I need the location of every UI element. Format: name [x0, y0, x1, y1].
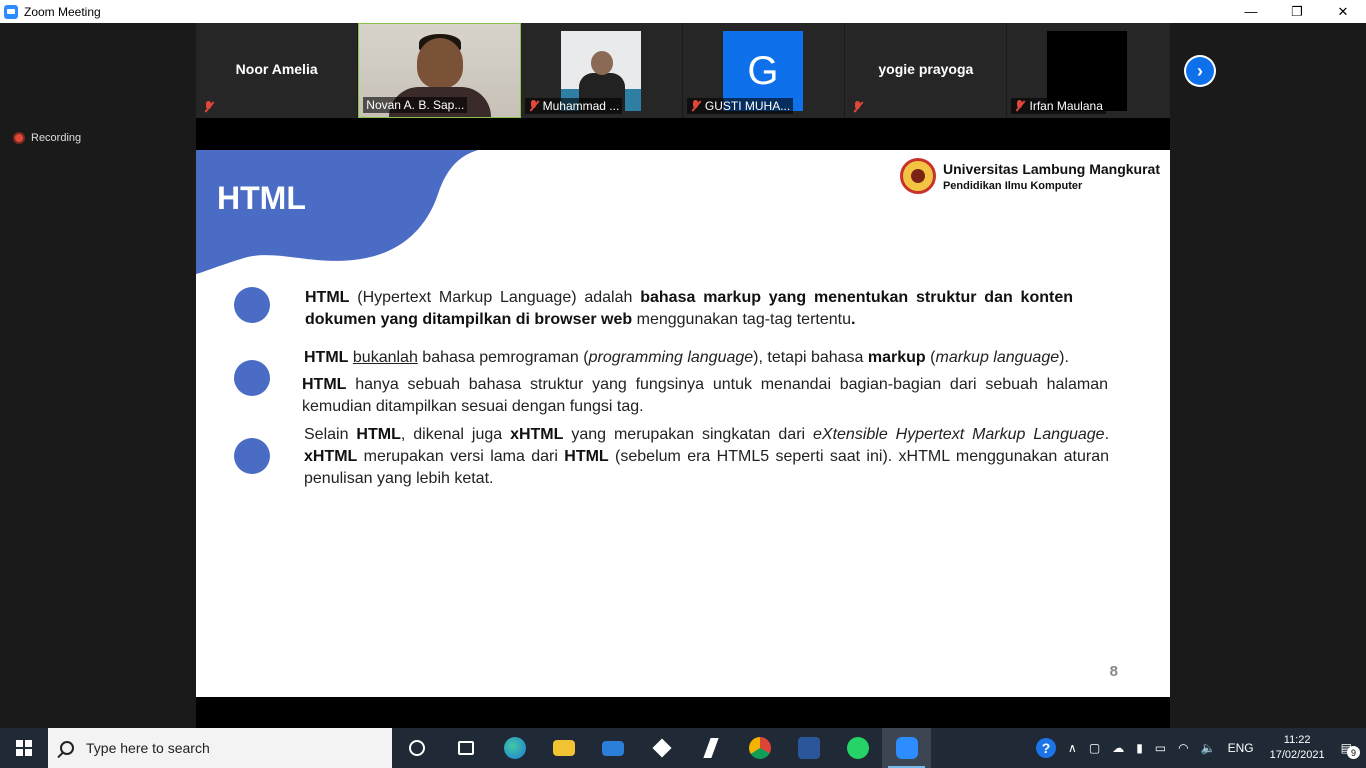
volume-icon[interactable]: 🔈 [1201, 741, 1216, 755]
participant-name: yogie prayoga [878, 61, 974, 77]
bullet-circle [234, 360, 270, 396]
windows-taskbar: Type here to search ? ∧ ▢ ☁ ▮ ▭ ◠ 🔈 ENG … [0, 728, 1366, 768]
mic-muted-icon [528, 100, 539, 112]
title-bar: Zoom Meeting — ❐ ✕ [0, 0, 1366, 23]
share-letterbox-top [196, 118, 1170, 150]
window-title: Zoom Meeting [24, 4, 101, 19]
chevron-right-icon: › [1186, 57, 1214, 85]
participant-label [849, 100, 870, 114]
chrome-icon [748, 737, 771, 759]
dropbox-button[interactable] [637, 728, 686, 768]
participant-tile[interactable]: yogie prayoga [845, 23, 1008, 118]
battery-icon[interactable]: ▭ [1155, 741, 1166, 755]
folder-icon [552, 740, 575, 756]
lightning-icon [702, 738, 719, 758]
mic-muted-icon [690, 100, 701, 112]
help-icon[interactable]: ? [1036, 738, 1057, 758]
participant-label-text: Irfan Maulana [1029, 99, 1103, 113]
mic-muted-icon [1014, 100, 1025, 112]
dropbox-icon [651, 738, 672, 758]
next-participants-button[interactable]: › [1184, 55, 1216, 87]
notification-badge: 9 [1347, 746, 1360, 759]
taskbar-search-box[interactable]: Type here to search [48, 728, 392, 768]
slide-paragraph-2: HTML bukanlah bahasa pemrograman (progra… [304, 349, 1069, 366]
participant-tile[interactable]: Muhammad ... [520, 23, 683, 118]
share-letterbox-bottom [196, 697, 1170, 728]
participant-label-text: Muhammad ... [542, 99, 620, 113]
participant-strip: Noor Amelia Novan A. B. Sap... Muhammad … [196, 23, 1170, 118]
mail-icon [601, 740, 624, 756]
recording-dot-icon [13, 132, 25, 144]
slide-title: HTML [217, 180, 306, 216]
search-icon [60, 741, 74, 755]
slide-paragraph-1: HTML (Hypertext Markup Language) adalah … [305, 289, 1073, 328]
mic-muted-icon [203, 101, 214, 113]
slide-paragraph-3: HTML hanya sebuah bahasa struktur yang f… [302, 376, 1108, 415]
clock-date: 17/02/2021 [1269, 749, 1325, 761]
participant-label [200, 100, 221, 114]
mail-button[interactable] [588, 728, 637, 768]
wifi-icon[interactable]: ◠ [1178, 741, 1188, 755]
zoom-app-icon [4, 4, 18, 19]
minimize-button[interactable]: — [1228, 0, 1274, 23]
task-view-button[interactable] [441, 728, 490, 768]
whatsapp-button[interactable] [833, 728, 882, 768]
start-button[interactable] [0, 728, 48, 768]
participant-label: GUSTI MUHA... [686, 98, 794, 114]
cortana-icon [408, 740, 425, 756]
whatsapp-icon [846, 737, 869, 759]
slide-page-number: 8 [1109, 663, 1118, 680]
notification-button[interactable]: ▤ 9 [1341, 741, 1360, 759]
chrome-button[interactable] [735, 728, 784, 768]
edge-button[interactable] [490, 728, 539, 768]
participant-tile[interactable]: G GUSTI MUHA... [682, 23, 846, 118]
participant-label: Muhammad ... [524, 98, 623, 114]
onedrive-icon[interactable]: ☁ [1112, 741, 1124, 755]
task-view-icon [457, 741, 474, 755]
participant-tile[interactable]: Noor Amelia [196, 23, 359, 118]
participant-label: Irfan Maulana [1011, 98, 1106, 114]
bullet-circle [234, 287, 270, 323]
shared-slide: HTML Universitas Lambung Mangkurat Pendi… [196, 150, 1170, 697]
university-logo-icon [899, 158, 936, 194]
language-indicator[interactable]: ENG [1228, 741, 1254, 755]
search-placeholder: Type here to search [86, 740, 210, 756]
app-button[interactable] [686, 728, 735, 768]
zoom-icon [895, 737, 918, 759]
mic-muted-icon [852, 101, 863, 113]
participant-tile[interactable]: Irfan Maulana [1007, 23, 1170, 118]
participant-label-text: GUSTI MUHA... [704, 99, 791, 113]
meet-now-icon[interactable]: ▢ [1089, 741, 1100, 755]
university-header: Universitas Lambung Mangkurat Pendidikan… [899, 158, 1160, 194]
participant-name: Noor Amelia [235, 61, 318, 77]
file-explorer-button[interactable] [539, 728, 588, 768]
recording-label: Recording [31, 132, 82, 144]
edge-icon [503, 737, 526, 759]
zoom-taskbar-button[interactable] [882, 728, 931, 768]
windows-logo-icon [16, 740, 32, 756]
clock-time: 11:22 [1283, 734, 1311, 746]
cortana-button[interactable] [392, 728, 441, 768]
department-name: Pendidikan Ilmu Komputer [942, 179, 1083, 192]
word-icon [797, 737, 820, 759]
university-name: Universitas Lambung Mangkurat [942, 160, 1160, 177]
recording-indicator[interactable]: Recording [13, 132, 81, 144]
close-button[interactable]: ✕ [1320, 0, 1366, 23]
microphone-icon[interactable]: ▮ [1136, 741, 1143, 755]
participant-tile-active-speaker[interactable]: Novan A. B. Sap... [358, 23, 521, 118]
word-button[interactable] [784, 728, 833, 768]
system-tray: ? ∧ ▢ ☁ ▮ ▭ ◠ 🔈 ENG 11:22 17/02/2021 ▤ 9 [1030, 728, 1366, 768]
taskbar-clock[interactable]: 11:22 17/02/2021 [1270, 733, 1325, 763]
bullet-circle [234, 438, 270, 474]
participant-label: Novan A. B. Sap... [363, 97, 468, 113]
maximize-button[interactable]: ❐ [1274, 0, 1320, 23]
chevron-up-icon[interactable]: ∧ [1068, 741, 1077, 755]
slide-paragraph-4: Selain HTML, dikenal juga xHTML yang mer… [304, 426, 1110, 487]
participant-label-text: Novan A. B. Sap... [366, 98, 465, 112]
